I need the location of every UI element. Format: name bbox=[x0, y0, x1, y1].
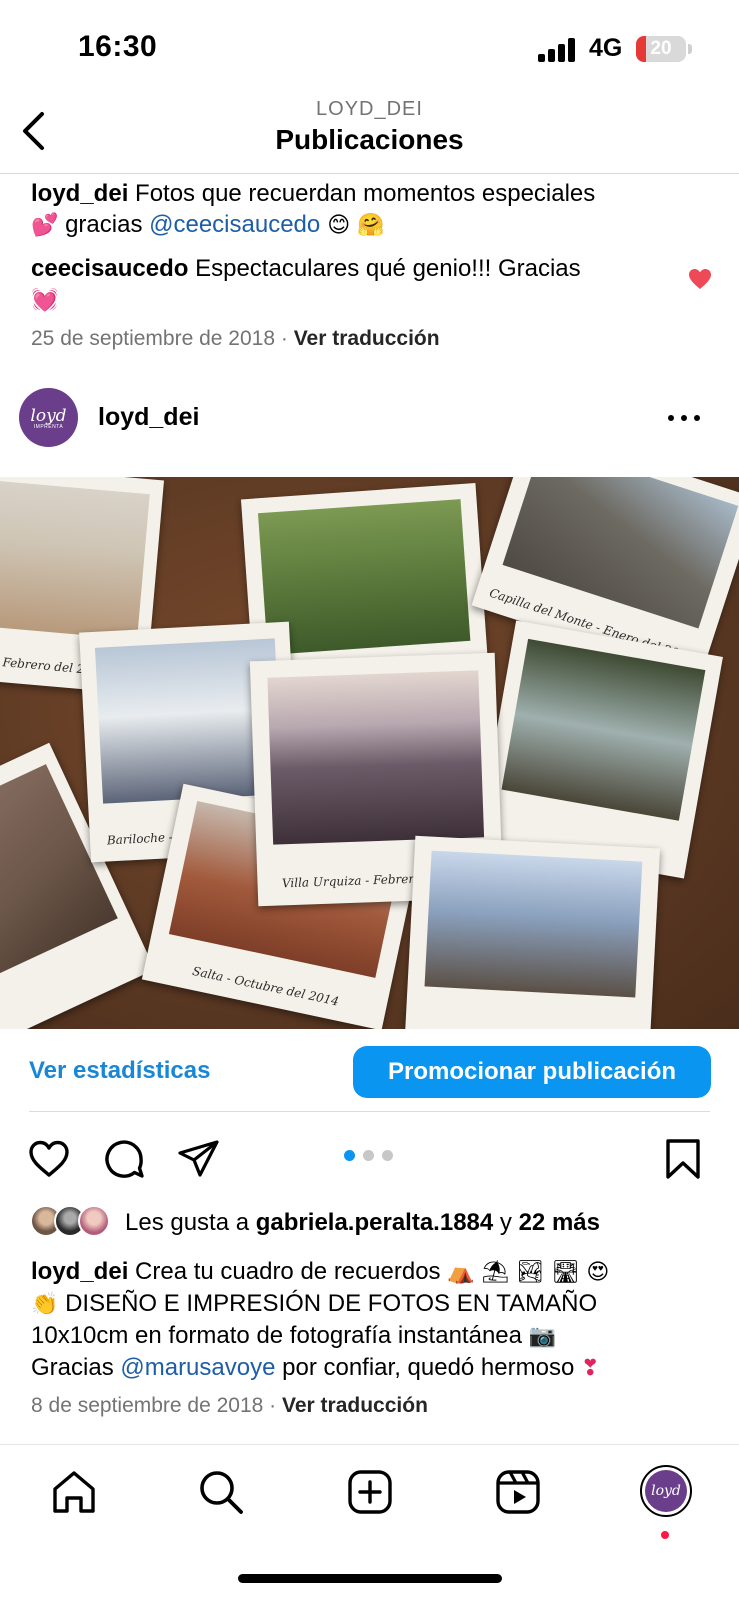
caption-text-3: 10x10cm en formato de fotografía instant… bbox=[31, 1322, 529, 1349]
bottom-nav: loyd bbox=[0, 1444, 739, 1600]
page-title: Publicaciones bbox=[275, 124, 464, 155]
liker-username[interactable]: gabriela.peralta.1884 bbox=[256, 1209, 493, 1236]
previous-post-meta: 25 de septiembre de 2018 · Ver traducció… bbox=[31, 327, 440, 351]
caption-text-4: Gracias bbox=[31, 1354, 121, 1381]
avatar bbox=[78, 1205, 110, 1237]
comment-like-icon[interactable] bbox=[688, 268, 712, 290]
liker-avatars[interactable] bbox=[30, 1205, 120, 1239]
caption-text-2: DISEÑO E IMPRESIÓN DE FOTOS EN TAMAÑO bbox=[58, 1290, 598, 1317]
profile-logo: loyd bbox=[651, 1483, 681, 1499]
account-name: LOYD_DEI bbox=[316, 98, 423, 120]
heart-exclamation-emoji: ❣ bbox=[580, 1356, 600, 1381]
share-icon[interactable] bbox=[176, 1136, 222, 1182]
polaroid-photo bbox=[404, 835, 661, 1029]
post-image[interactable]: Febrero del 2011 Capilla del Monte - Ene… bbox=[0, 477, 739, 1029]
hearts-emoji: 💕 bbox=[31, 213, 59, 238]
more-options-button[interactable] bbox=[666, 404, 706, 432]
translate-link[interactable]: Ver traducción bbox=[294, 327, 440, 350]
network-label: 4G bbox=[589, 34, 623, 62]
translate-link[interactable]: Ver traducción bbox=[282, 1394, 428, 1417]
caption-username[interactable]: loyd_dei bbox=[31, 180, 128, 207]
status-bar: 16:30 4G 20 bbox=[0, 0, 739, 96]
carousel-dot bbox=[344, 1150, 355, 1161]
home-icon[interactable] bbox=[49, 1467, 99, 1517]
comment-icon[interactable] bbox=[101, 1136, 147, 1182]
caption-username[interactable]: loyd_dei bbox=[31, 1258, 128, 1285]
mention-link[interactable]: @ceecisaucedo bbox=[149, 211, 320, 238]
avatar-logo: loyd bbox=[30, 405, 67, 426]
avatar[interactable]: loyd IMPRENTA bbox=[19, 388, 78, 447]
mention-link[interactable]: @marusavoye bbox=[120, 1354, 275, 1381]
previous-caption: loyd_dei Fotos que recuerdan momentos es… bbox=[31, 178, 681, 241]
post-meta: 8 de septiembre de 2018 · Ver traducción bbox=[31, 1394, 428, 1418]
nav-header: LOYD_DEI Publicaciones bbox=[0, 96, 739, 174]
carousel-dot bbox=[363, 1150, 374, 1161]
clap-emoji: 👏 bbox=[31, 1292, 59, 1317]
like-icon[interactable] bbox=[26, 1136, 72, 1182]
bookmark-icon[interactable] bbox=[660, 1136, 706, 1182]
post-date: 8 de septiembre de 2018 bbox=[31, 1394, 264, 1417]
polaroid-photo bbox=[477, 620, 723, 879]
home-indicator[interactable] bbox=[238, 1574, 502, 1583]
search-icon[interactable] bbox=[196, 1467, 246, 1517]
comment-username[interactable]: ceecisaucedo bbox=[31, 255, 188, 282]
battery-level: 20 bbox=[650, 38, 672, 59]
post-caption: loyd_dei Crea tu cuadro de recuerdos ⛺ ⛱… bbox=[31, 1256, 721, 1384]
smile-emoji: 😊 🤗 bbox=[320, 213, 385, 238]
meta-separator: · bbox=[263, 1394, 283, 1417]
caption-text-5: por confiar, quedó hermoso bbox=[275, 1354, 581, 1381]
comment: ceecisaucedo Espectaculares qué genio!!!… bbox=[31, 253, 681, 316]
heart-emoji: 💓 bbox=[31, 288, 59, 313]
battery-icon: 20 bbox=[636, 36, 686, 62]
post-username[interactable]: loyd_dei bbox=[98, 403, 199, 432]
signal-icon bbox=[538, 38, 578, 62]
likes-count[interactable]: 22 más bbox=[519, 1209, 600, 1236]
promote-post-button[interactable]: Promocionar publicación bbox=[353, 1046, 711, 1098]
view-insights-link[interactable]: Ver estadísticas bbox=[29, 1057, 210, 1085]
divider bbox=[29, 1111, 710, 1112]
battery-nub bbox=[688, 44, 692, 54]
caption-text-2: gracias bbox=[58, 211, 150, 238]
caption-emojis: ⛺ ⛱ 🏞 🛣 😍 bbox=[447, 1260, 610, 1285]
post-header: loyd IMPRENTA loyd_dei bbox=[0, 386, 739, 450]
comment-text: Espectaculares qué genio!!! Gracias bbox=[188, 255, 581, 282]
notification-dot bbox=[661, 1531, 669, 1539]
likes-prefix: Les gusta a bbox=[125, 1209, 256, 1236]
caption-text: Crea tu cuadro de recuerdos bbox=[128, 1258, 448, 1285]
camera-emoji: 📷 bbox=[528, 1324, 557, 1349]
profile-tab[interactable]: loyd bbox=[640, 1465, 692, 1517]
post-date: 25 de septiembre de 2018 bbox=[31, 327, 276, 350]
avatar-subtext: IMPRENTA bbox=[33, 423, 64, 430]
likes-middle: y bbox=[493, 1209, 519, 1236]
caption-text: Fotos que recuerdan momentos especiales bbox=[128, 180, 596, 207]
create-post-icon[interactable] bbox=[345, 1467, 395, 1517]
meta-separator: · bbox=[275, 327, 294, 350]
carousel-dot bbox=[382, 1150, 393, 1161]
avatar: loyd bbox=[645, 1470, 687, 1512]
likes-summary[interactable]: Les gusta a gabriela.peralta.1884 y 22 m… bbox=[125, 1209, 600, 1237]
reels-icon[interactable] bbox=[493, 1467, 543, 1517]
status-time: 16:30 bbox=[78, 30, 158, 63]
